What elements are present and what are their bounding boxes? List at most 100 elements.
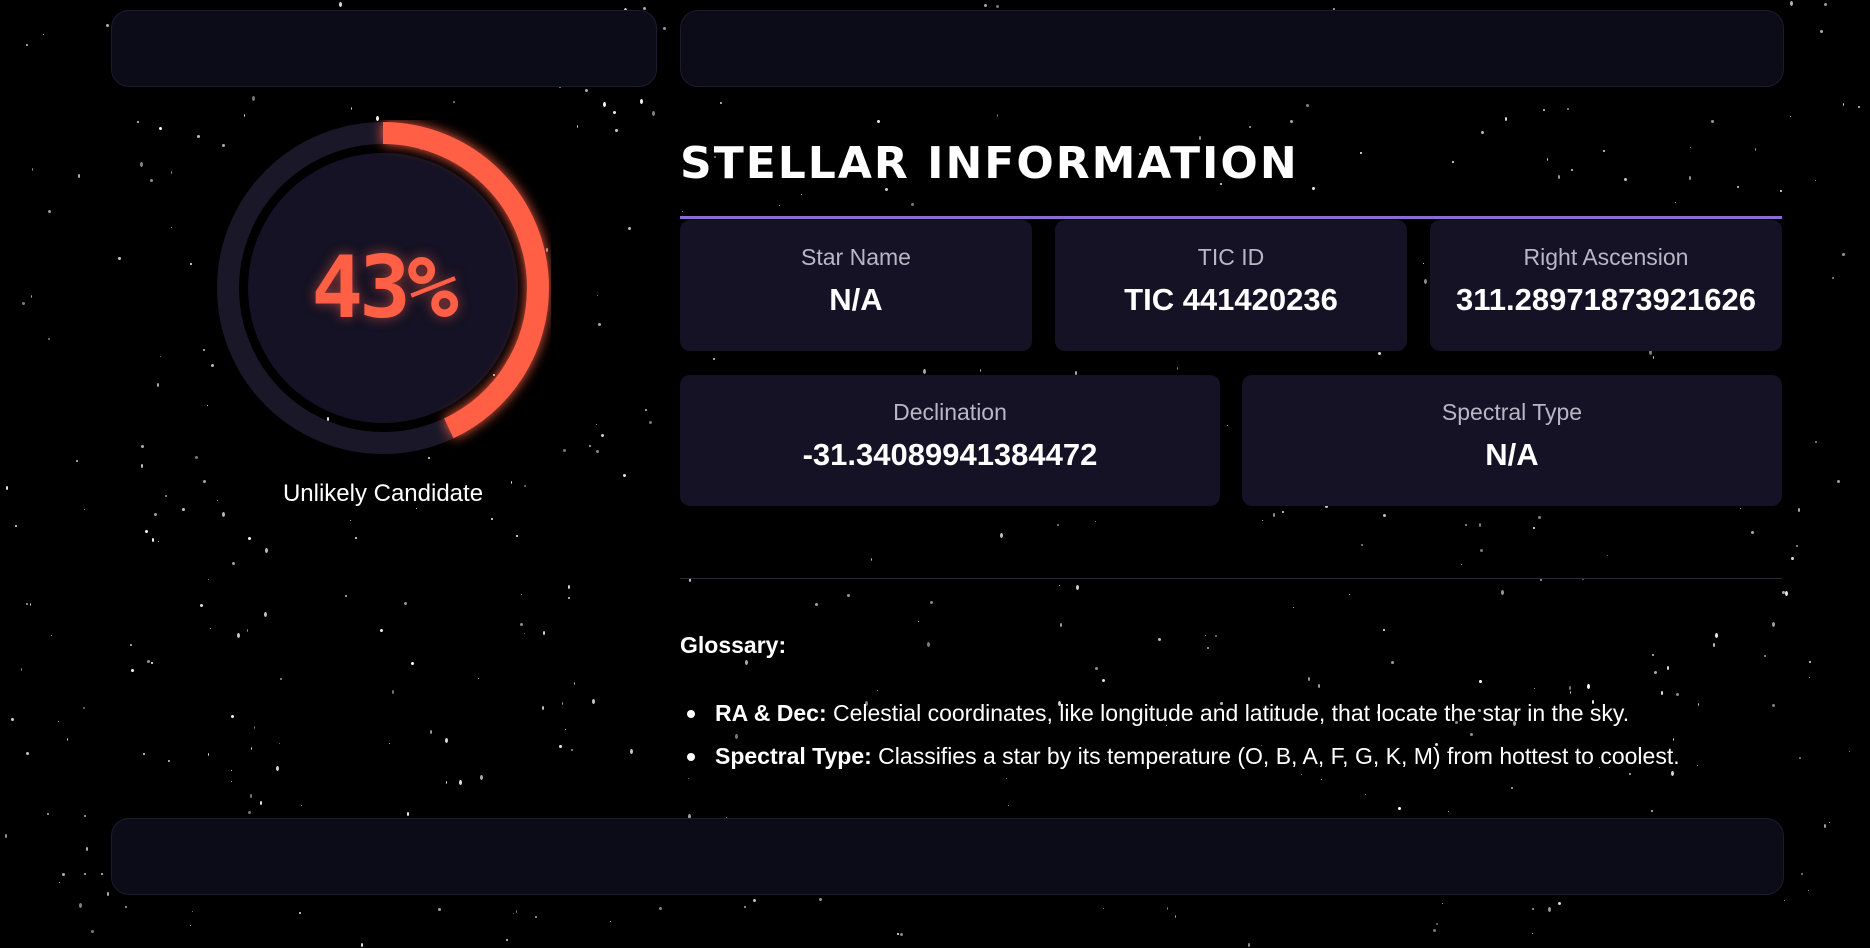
star-dot	[1837, 480, 1840, 483]
star-dot	[47, 813, 49, 815]
star-dot	[1308, 677, 1310, 681]
star-dot	[1398, 807, 1401, 810]
star-dot	[927, 642, 930, 647]
star-dot	[247, 629, 248, 632]
star-dot	[643, 7, 646, 10]
star-dot	[145, 530, 148, 533]
star-dot	[150, 179, 153, 182]
star-dot	[51, 635, 52, 636]
star-dot	[1006, 778, 1007, 779]
star-dot	[559, 745, 562, 748]
star-name-card: Star Name N/A	[680, 220, 1032, 351]
star-dot	[1059, 585, 1060, 586]
star-dot	[250, 794, 252, 798]
declination-label: Declination	[893, 399, 1007, 425]
star-dot	[1360, 152, 1362, 154]
star-dot	[171, 227, 172, 228]
star-dot	[1215, 635, 1217, 637]
star-dot	[84, 815, 86, 817]
star-dot	[480, 775, 483, 780]
star-dot	[1858, 106, 1860, 108]
right-ascension-label: Right Ascension	[1523, 244, 1689, 270]
star-dot	[1796, 545, 1798, 547]
star-dot	[720, 102, 722, 104]
star-dot	[248, 811, 251, 814]
star-dot	[645, 409, 647, 411]
star-dot	[350, 520, 351, 521]
star-dot	[1849, 751, 1850, 752]
star-dot	[222, 512, 225, 517]
star-dot	[1824, 824, 1826, 828]
star-dot	[601, 434, 604, 437]
star-dot	[623, 474, 626, 477]
star-dot	[1785, 591, 1788, 596]
right-ascension-value: 311.28971873921626	[1456, 282, 1756, 317]
star-dot	[21, 668, 22, 671]
star-dot	[663, 27, 666, 30]
star-dot	[1501, 590, 1504, 595]
star-dot	[565, 729, 566, 730]
declination-value: -31.34089941384472	[802, 437, 1098, 472]
star-dot	[1177, 367, 1178, 370]
star-dot	[1000, 533, 1003, 538]
star-dot	[779, 205, 780, 206]
star-dot	[1060, 623, 1062, 627]
star-dot	[30, 603, 31, 606]
star-dot	[598, 323, 601, 326]
star-dot	[1824, 3, 1827, 6]
star-dot	[610, 921, 611, 922]
star-dot	[32, 168, 33, 171]
star-dot	[1798, 508, 1800, 512]
star-dot	[516, 910, 517, 913]
star-dot	[1262, 520, 1263, 521]
star-dot	[1543, 109, 1545, 111]
star-dot	[877, 120, 880, 123]
star-dot	[416, 508, 417, 509]
star-dot	[79, 903, 82, 908]
star-dot	[231, 770, 232, 771]
star-dot	[1479, 523, 1481, 527]
star-dot	[11, 718, 14, 721]
star-dot	[753, 899, 756, 902]
star-dot	[1751, 531, 1754, 534]
star-dot	[1815, 441, 1817, 443]
star-dot	[1442, 903, 1443, 904]
star-dot	[1603, 150, 1605, 152]
star-dot	[535, 916, 537, 918]
star-dot	[231, 715, 234, 718]
star-dot	[26, 44, 28, 46]
star-name-value: N/A	[829, 282, 883, 317]
star-dot	[260, 801, 262, 805]
star-dot	[1654, 671, 1657, 674]
declination-card: Declination -31.34089941384472	[680, 375, 1220, 506]
tic-id-card: TIC ID TIC 441420236	[1055, 220, 1407, 351]
star-dot	[871, 558, 872, 561]
glossary-list: RA & Dec: Celestial coordinates, like lo…	[680, 692, 1782, 778]
star-dot	[516, 535, 518, 537]
star-dot	[147, 660, 150, 663]
star-dot	[244, 114, 245, 117]
star-dot	[1653, 356, 1654, 359]
star-dot	[1764, 655, 1766, 657]
star-dot	[86, 847, 88, 851]
star-dot	[1842, 253, 1845, 256]
star-dot	[980, 369, 981, 372]
star-dot	[911, 203, 914, 206]
star-dot	[1675, 202, 1676, 203]
section-title: STELLAR INFORMATION	[680, 138, 1299, 189]
star-dot	[815, 603, 818, 606]
spectral-type-value: N/A	[1485, 437, 1539, 472]
star-dot	[237, 633, 240, 638]
star-dot	[1808, 890, 1809, 891]
star-dot	[478, 678, 479, 679]
star-dot	[62, 873, 65, 876]
star-dot	[1306, 104, 1309, 107]
star-dot	[877, 690, 878, 691]
star-dot	[279, 743, 280, 744]
star-dot	[1740, 508, 1741, 509]
glossary-term: Spectral Type:	[715, 743, 872, 769]
star-dot	[91, 930, 94, 933]
star-dot	[43, 34, 44, 35]
star-dot	[589, 445, 591, 447]
star-dot	[1424, 279, 1427, 284]
